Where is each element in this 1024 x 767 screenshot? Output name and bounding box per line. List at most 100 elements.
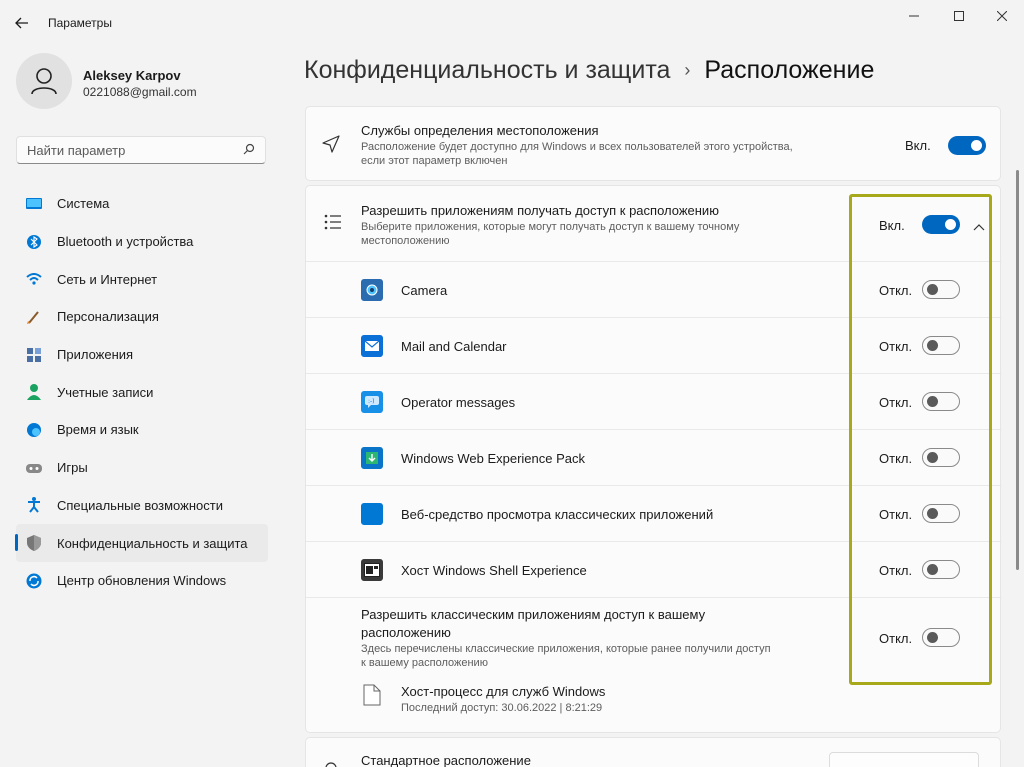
- sidebar-item-label: Учетные записи: [57, 384, 154, 400]
- accessibility-icon: [25, 496, 43, 514]
- sidebar-item-time-language[interactable]: Время и язык: [16, 411, 268, 449]
- app-row-shell-experience: Хост Windows Shell Experience Откл.: [306, 541, 1002, 597]
- camera-toggle[interactable]: [922, 280, 960, 299]
- sidebar-item-label: Сеть и Интернет: [57, 271, 158, 287]
- chevron-up-icon[interactable]: [973, 218, 985, 236]
- toggle-knob: [945, 219, 956, 230]
- mail-icon: [361, 335, 383, 357]
- app-state: Откл.: [879, 339, 913, 354]
- toggle-knob: [927, 340, 938, 351]
- app-name: Mail and Calendar: [401, 339, 507, 354]
- minimize-button[interactable]: [898, 6, 930, 26]
- wifi-icon: [25, 270, 43, 288]
- globe-icon: [25, 421, 43, 439]
- sidebar-item-system[interactable]: Система: [16, 185, 268, 223]
- avatar[interactable]: [16, 53, 72, 109]
- search-icon[interactable]: [243, 143, 255, 158]
- host-process-title: Хост-процесс для служб Windows: [401, 684, 606, 699]
- breadcrumb: Конфиденциальность и защита › Расположен…: [304, 56, 874, 85]
- sidebar-item-gaming[interactable]: Игры: [16, 449, 268, 487]
- sidebar-item-label: Конфиденциальность и защита: [57, 535, 248, 551]
- sidebar-item-windows-update[interactable]: Центр обновления Windows: [16, 562, 268, 600]
- classic-apps-title-2: расположению: [361, 625, 451, 640]
- app-row-operator-messages: :-) Operator messages Откл.: [306, 373, 1002, 429]
- classic-apps-desc-1: Здесь перечислены классические приложени…: [361, 643, 771, 655]
- system-icon: [25, 195, 43, 213]
- app-access-toggle[interactable]: [922, 215, 960, 234]
- classic-apps-desc-2: к вашему расположению: [361, 657, 488, 669]
- sidebar-item-personalization[interactable]: Персонализация: [16, 298, 268, 336]
- shell-experience-toggle[interactable]: [922, 560, 960, 579]
- sidebar-item-label: Приложения: [57, 347, 134, 363]
- app-name: Хост Windows Shell Experience: [401, 563, 587, 578]
- sidebar-item-label: Bluetooth и устройства: [57, 234, 194, 250]
- sidebar-item-accessibility[interactable]: Специальные возможности: [16, 487, 268, 525]
- close-button[interactable]: [986, 6, 1018, 26]
- classic-apps-title-1: Разрешить классическим приложениям досту…: [361, 607, 706, 622]
- sidebar-item-network[interactable]: Сеть и Интернет: [16, 260, 268, 298]
- app-state: Откл.: [879, 451, 913, 466]
- default-location-button[interactable]: [829, 752, 979, 767]
- app-row-camera: Camera Откл.: [306, 261, 1002, 317]
- toggle-knob: [927, 564, 938, 575]
- list-icon: [324, 214, 342, 235]
- search-box[interactable]: [16, 136, 266, 164]
- mail-toggle[interactable]: [922, 336, 960, 355]
- update-icon: [25, 572, 43, 590]
- app-state: Откл.: [879, 507, 913, 522]
- sidebar-item-label: Специальные возможности: [57, 497, 223, 513]
- app-access-desc-1: Выберите приложения, которые могут получ…: [361, 221, 740, 233]
- toggle-knob: [927, 284, 938, 295]
- app-access-desc-2: местоположению: [361, 235, 450, 247]
- sidebar-item-bluetooth[interactable]: Bluetooth и устройства: [16, 223, 268, 261]
- maximize-icon: [954, 11, 964, 21]
- scrollbar[interactable]: [1016, 170, 1019, 570]
- profile-name: Aleksey Karpov: [83, 68, 181, 83]
- user-icon: [31, 68, 57, 95]
- location-services-desc-1: Расположение будет доступно для Windows …: [361, 141, 793, 153]
- sidebar-item-apps[interactable]: Приложения: [16, 336, 268, 374]
- toggle-knob: [927, 632, 938, 643]
- app-name: Веб-средство просмотра классических прил…: [401, 507, 714, 522]
- breadcrumb-parent[interactable]: Конфиденциальность и защита: [304, 56, 670, 85]
- app-access-title: Разрешить приложениям получать доступ к …: [361, 203, 719, 218]
- document-icon: [363, 684, 381, 711]
- app-name: Operator messages: [401, 395, 516, 410]
- blue-square-icon: [361, 503, 383, 525]
- shield-icon: [25, 534, 43, 552]
- title-bar: Параметры: [0, 0, 1024, 46]
- default-location-title: Стандартное расположение: [361, 753, 531, 767]
- sidebar-item-label: Игры: [57, 460, 88, 476]
- sidebar-item-privacy[interactable]: Конфиденциальность и защита: [15, 524, 268, 562]
- sidebar-item-accounts[interactable]: Учетные записи: [16, 373, 268, 411]
- gamepad-icon: [25, 459, 43, 477]
- webview-toggle[interactable]: [922, 504, 960, 523]
- location-services-desc-2: если этот параметр включен: [361, 155, 508, 167]
- camera-icon: [361, 279, 383, 301]
- search-input[interactable]: [17, 137, 227, 163]
- maximize-button[interactable]: [943, 6, 975, 26]
- app-access-header[interactable]: Разрешить приложениям получать доступ к …: [306, 186, 1002, 261]
- location-pin-icon: [324, 758, 338, 767]
- app-state: Откл.: [879, 563, 913, 578]
- app-row-webview: Веб-средство просмотра классических прил…: [306, 485, 1002, 541]
- classic-apps-section: Разрешить классическим приложениям досту…: [306, 597, 1002, 733]
- shell-icon: [361, 559, 383, 581]
- app-access-card: Разрешить приложениям получать доступ к …: [305, 185, 1002, 733]
- sidebar-item-label: Центр обновления Windows: [57, 573, 227, 589]
- profile-email: 0221088@gmail.com: [83, 85, 197, 99]
- breadcrumb-separator: ›: [684, 60, 691, 80]
- default-location-card[interactable]: Стандартное расположение: [305, 737, 1001, 767]
- app-state: Откл.: [879, 283, 913, 298]
- brush-icon: [25, 308, 43, 326]
- location-services-card: Службы определения местоположения Распол…: [305, 106, 1001, 181]
- app-name: Windows Web Experience Pack: [401, 451, 586, 466]
- location-services-title: Службы определения местоположения: [361, 123, 599, 138]
- classic-apps-toggle[interactable]: [922, 628, 960, 647]
- close-icon: [997, 11, 1007, 21]
- sidebar-item-label: Персонализация: [57, 309, 159, 325]
- back-button[interactable]: [12, 13, 32, 33]
- operator-messages-toggle[interactable]: [922, 392, 960, 411]
- location-services-toggle[interactable]: [948, 136, 986, 155]
- web-experience-pack-toggle[interactable]: [922, 448, 960, 467]
